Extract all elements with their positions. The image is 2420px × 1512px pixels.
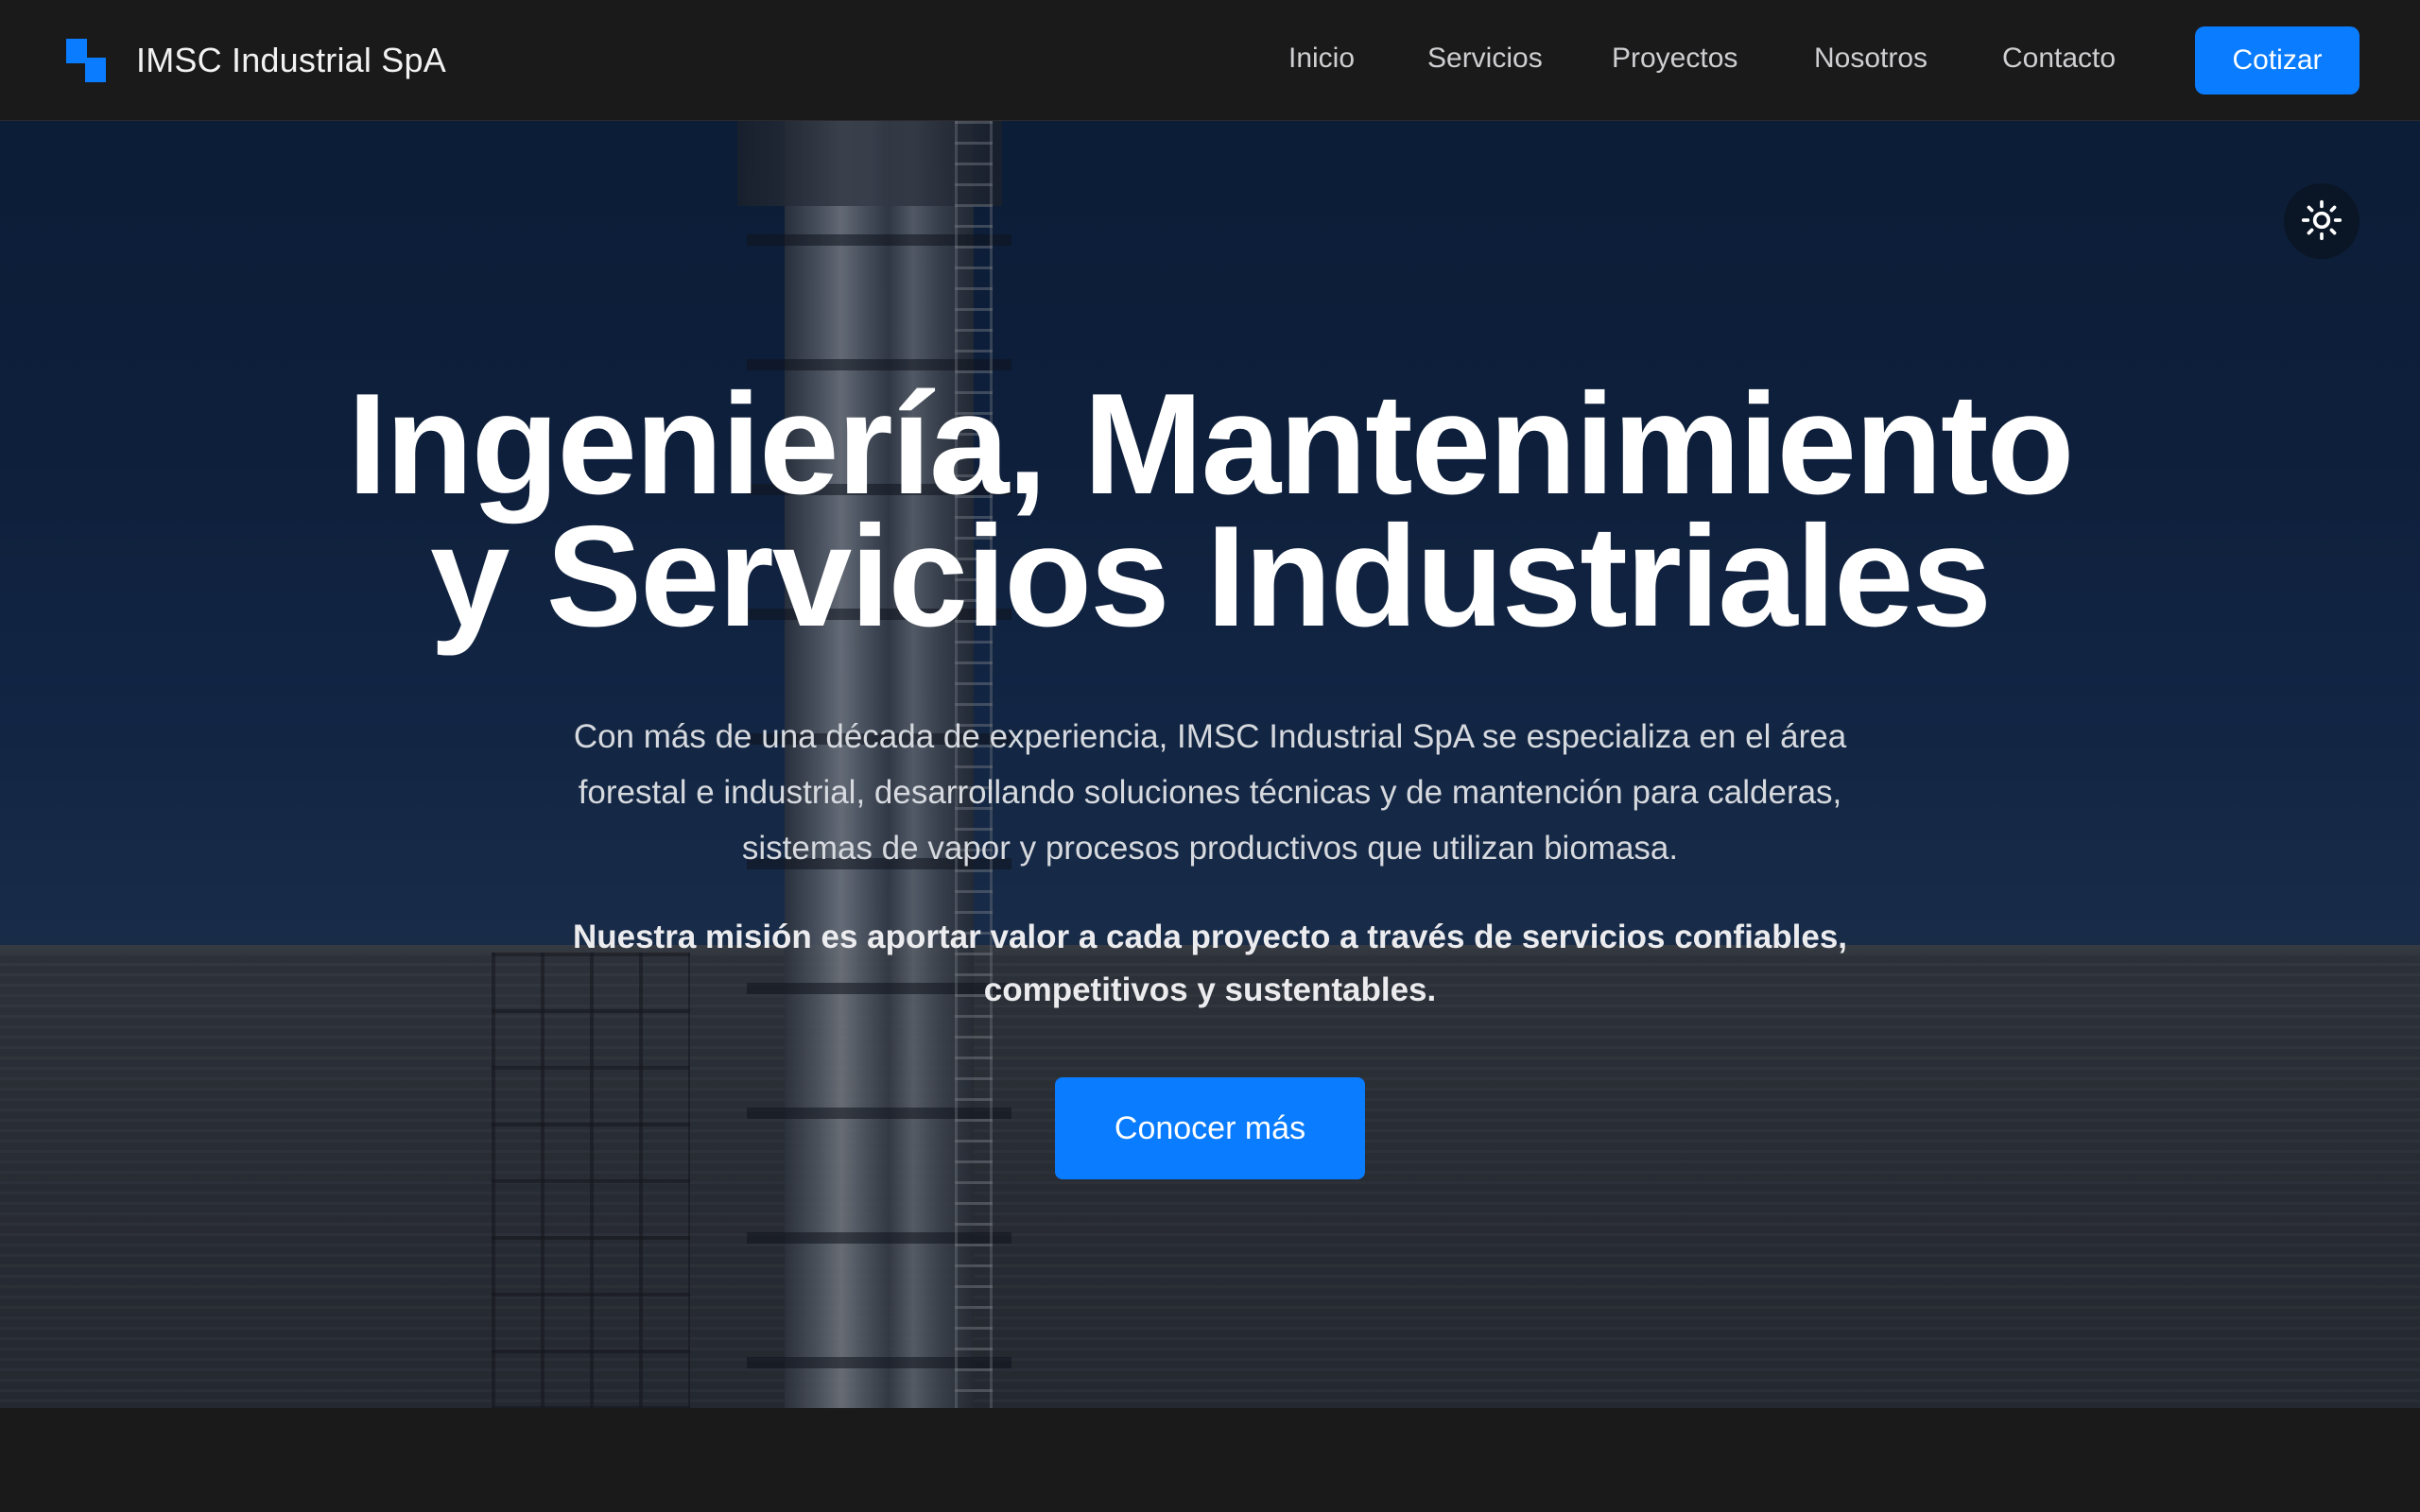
- nav-link-inicio[interactable]: Inicio: [1288, 43, 1355, 75]
- quote-button[interactable]: Cotizar: [2195, 26, 2360, 94]
- brand-name: IMSC Industrial SpA: [136, 41, 446, 79]
- nav-link-contacto[interactable]: Contacto: [2002, 43, 2116, 75]
- hero-title: Ingeniería, Mantenimiento y Servicios In…: [265, 372, 2155, 648]
- nav-link-nosotros[interactable]: Nosotros: [1814, 43, 1927, 75]
- theme-toggle-button[interactable]: [2284, 183, 2360, 259]
- learn-more-button[interactable]: Conocer más: [1055, 1077, 1365, 1179]
- brand-home-link[interactable]: IMSC Industrial SpA: [66, 0, 446, 121]
- sun-icon: [2301, 199, 2342, 244]
- next-section: [0, 1408, 2420, 1512]
- nav-link-servicios[interactable]: Servicios: [1427, 43, 1543, 75]
- navbar: IMSC Industrial SpA Inicio Servicios Pro…: [0, 0, 2420, 121]
- hero-description: Con más de una década de experiencia, IM…: [573, 718, 1847, 867]
- hero-mission: Nuestra misión es aportar valor a cada p…: [572, 919, 1848, 1008]
- hero-section: Ingeniería, Mantenimiento y Servicios In…: [0, 121, 2420, 1408]
- hero-title-line-2: y Servicios Industriales: [429, 496, 1992, 657]
- nav-link-proyectos[interactable]: Proyectos: [1612, 43, 1737, 75]
- imsc-logo-icon: [66, 39, 108, 82]
